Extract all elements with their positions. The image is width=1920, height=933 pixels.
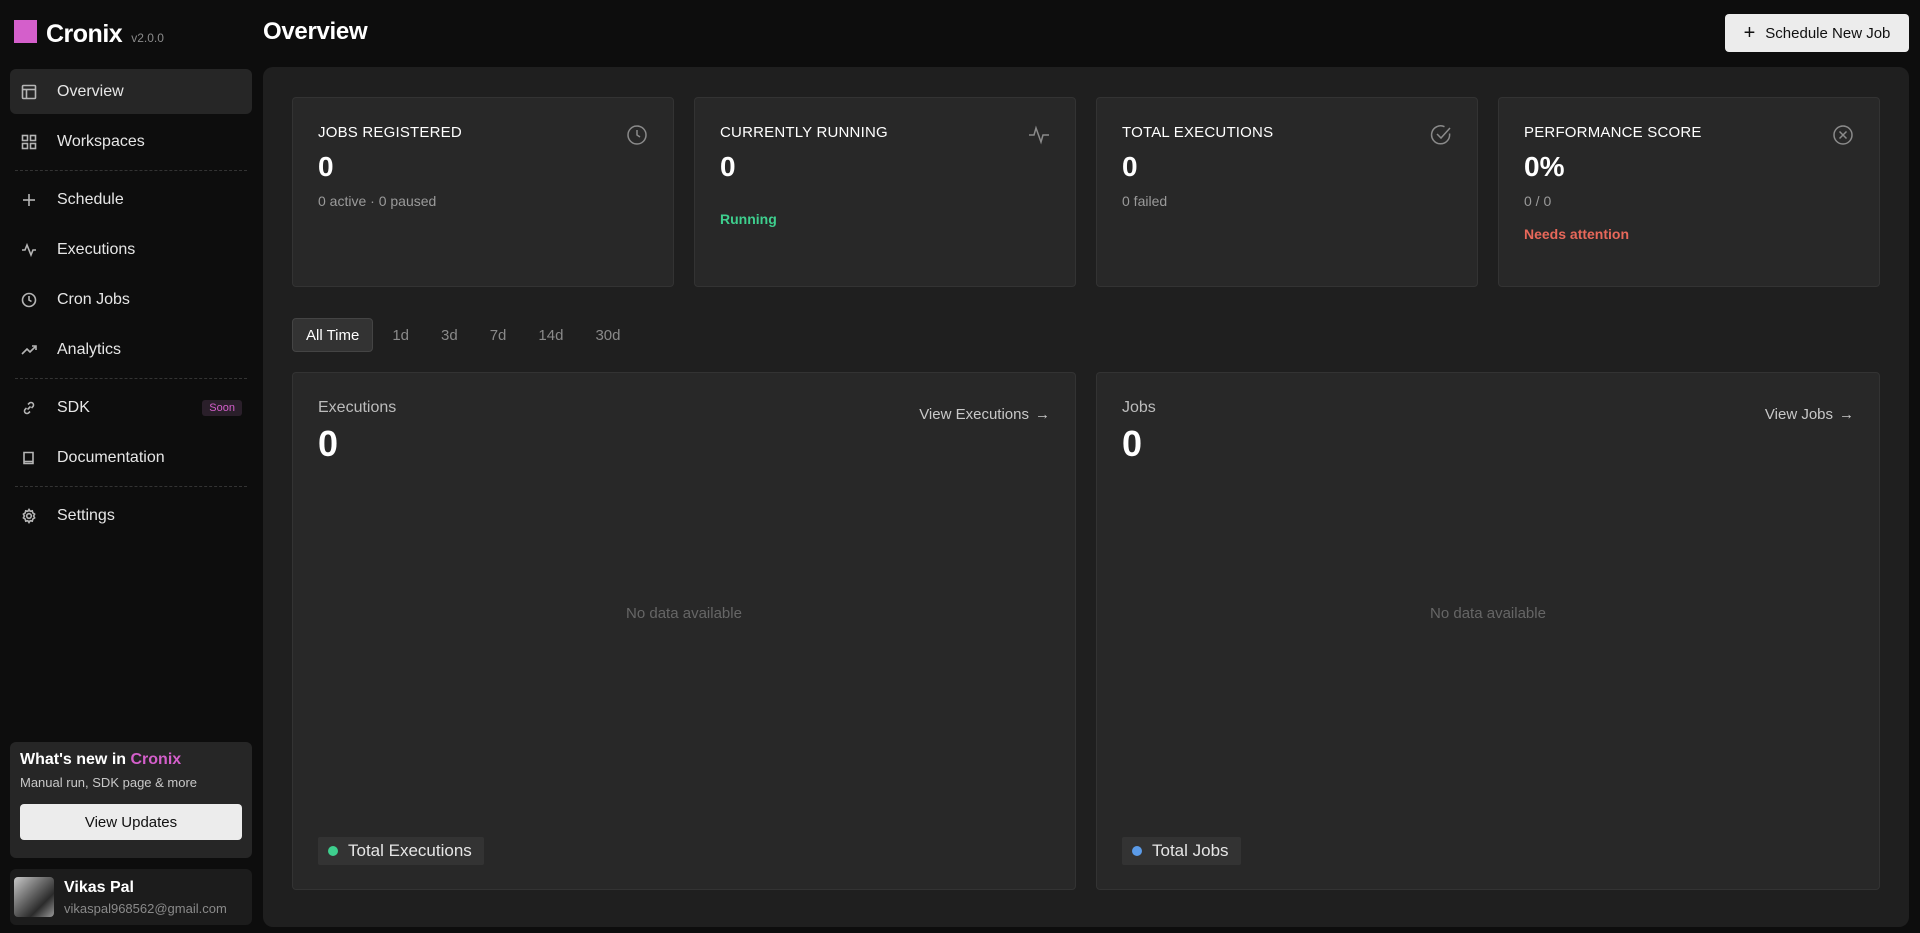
tab-1d[interactable]: 1d [379, 318, 422, 352]
plus-icon: + [1743, 22, 1756, 44]
brand[interactable]: Cronix v2.0.0 [10, 0, 252, 66]
sidebar-item-label: Analytics [57, 340, 122, 358]
panel-value: 0 [318, 423, 339, 464]
activity-icon [20, 241, 38, 259]
needs-attention-status: Needs attention [1524, 226, 1630, 242]
stat-card-currently-running: Currently Running 0 Running [694, 97, 1076, 287]
user-profile[interactable]: Vikas Pal vikaspal968562@gmail.com [10, 869, 252, 925]
schedule-new-job-button[interactable]: + Schedule New Job [1725, 14, 1909, 52]
grid-icon [20, 133, 38, 151]
brand-logo-icon [14, 20, 37, 43]
stat-label: Performance Score [1524, 124, 1702, 141]
nav-divider [15, 170, 247, 171]
view-updates-button[interactable]: View Updates [20, 804, 242, 840]
main-content: Jobs Registered 0 0 active · 0 paused Cu… [263, 67, 1909, 927]
stat-value: 0 [1122, 151, 1138, 182]
legend-dot-icon [1132, 846, 1142, 856]
user-email: vikaspal968562@gmail.com [64, 900, 227, 916]
sidebar-item-cron-jobs[interactable]: Cron Jobs [10, 277, 252, 322]
sidebar-item-label: Executions [57, 240, 136, 258]
legend-label: Total Executions [348, 841, 472, 860]
sidebar-item-workspaces[interactable]: Workspaces [10, 119, 252, 164]
arrow-right-icon: → [1035, 406, 1050, 423]
check-circle-icon [1430, 124, 1452, 146]
clock-icon [20, 291, 38, 309]
empty-state: No data available [1430, 605, 1546, 622]
sidebar: Cronix v2.0.0 Overview Workspaces Schedu… [0, 0, 262, 933]
sidebar-item-label: Overview [57, 82, 124, 100]
sidebar-item-analytics[interactable]: Analytics [10, 327, 252, 372]
sidebar-item-documentation[interactable]: Documentation [10, 435, 252, 480]
time-range-tabs: All Time 1d 3d 7d 14d 30d [292, 318, 639, 352]
promo-title-prefix: What's new in [20, 751, 131, 768]
link-icon [20, 399, 38, 417]
stat-label: Currently Running [720, 124, 888, 141]
x-circle-icon [1832, 124, 1854, 146]
stat-card-jobs-registered: Jobs Registered 0 0 active · 0 paused [292, 97, 674, 287]
layout-icon [20, 83, 38, 101]
plus-icon [20, 191, 38, 209]
activity-icon [1028, 124, 1050, 146]
sidebar-item-label: SDK [57, 398, 90, 416]
nav-divider [15, 378, 247, 379]
avatar [14, 877, 54, 917]
sidebar-item-overview[interactable]: Overview [10, 69, 252, 114]
promo-title-accent: Cronix [130, 751, 182, 768]
tab-all-time[interactable]: All Time [292, 318, 374, 352]
stat-subtext: 0 active · 0 paused [318, 193, 437, 209]
tab-3d[interactable]: 3d [428, 318, 471, 352]
book-icon [20, 449, 38, 467]
view-executions-link[interactable]: View Executions → [919, 406, 1050, 423]
user-name: Vikas Pal [64, 878, 134, 896]
legend-label: Total Jobs [1152, 841, 1229, 860]
chart-legend[interactable]: Total Executions [318, 837, 484, 865]
tab-7d[interactable]: 7d [477, 318, 520, 352]
stat-label: Jobs Registered [318, 124, 462, 141]
sidebar-item-schedule[interactable]: Schedule [10, 177, 252, 222]
executions-chart-panel: Executions 0 View Executions → No data a… [292, 372, 1076, 890]
whats-new-card: What's new in Cronix Manual run, SDK pag… [10, 742, 252, 858]
jobs-chart-panel: Jobs 0 View Jobs → No data available Tot… [1096, 372, 1880, 890]
trending-up-icon [20, 341, 38, 359]
gear-icon [20, 507, 38, 525]
stat-value: 0% [1524, 151, 1565, 182]
tab-30d[interactable]: 30d [582, 318, 633, 352]
schedule-button-label: Schedule New Job [1765, 24, 1891, 42]
chart-legend[interactable]: Total Jobs [1122, 837, 1241, 865]
view-jobs-link[interactable]: View Jobs → [1765, 406, 1854, 423]
nav-divider [15, 486, 247, 487]
empty-state: No data available [626, 605, 742, 622]
arrow-right-icon: → [1839, 406, 1854, 423]
page-title: Overview [263, 18, 368, 45]
link-label: View Executions [919, 406, 1029, 423]
soon-badge: Soon [202, 399, 242, 416]
panel-value: 0 [1122, 423, 1143, 464]
stat-subtext: 0 failed [1122, 193, 1168, 209]
sidebar-item-settings[interactable]: Settings [10, 493, 252, 538]
legend-dot-icon [328, 846, 338, 856]
sidebar-item-label: Schedule [57, 190, 124, 208]
stat-value: 0 [720, 151, 736, 182]
panel-title: Jobs [1122, 399, 1156, 416]
stat-card-performance-score: Performance Score 0% 0 / 0 Needs attenti… [1498, 97, 1880, 287]
brand-version: v2.0.0 [131, 31, 164, 45]
stat-value: 0 [318, 151, 334, 182]
clock-icon [626, 124, 648, 146]
sidebar-nav: Overview Workspaces Schedule Executions … [10, 69, 252, 538]
link-label: View Jobs [1764, 406, 1833, 423]
promo-title: What's new in Cronix [20, 751, 242, 769]
tab-14d[interactable]: 14d [525, 318, 576, 352]
sidebar-item-label: Documentation [57, 448, 165, 466]
promo-subtitle: Manual run, SDK page & more [20, 775, 198, 790]
sidebar-item-label: Workspaces [57, 132, 145, 150]
sidebar-item-executions[interactable]: Executions [10, 227, 252, 272]
running-status: Running [720, 211, 777, 227]
sidebar-item-label: Settings [57, 506, 115, 524]
brand-name: Cronix [46, 20, 123, 48]
sidebar-item-sdk[interactable]: SDK Soon [10, 385, 252, 430]
stat-subtext: 0 / 0 [1524, 193, 1552, 209]
stat-label: Total Executions [1122, 124, 1274, 141]
sidebar-item-label: Cron Jobs [57, 290, 130, 308]
stat-card-total-executions: Total Executions 0 0 failed [1096, 97, 1478, 287]
